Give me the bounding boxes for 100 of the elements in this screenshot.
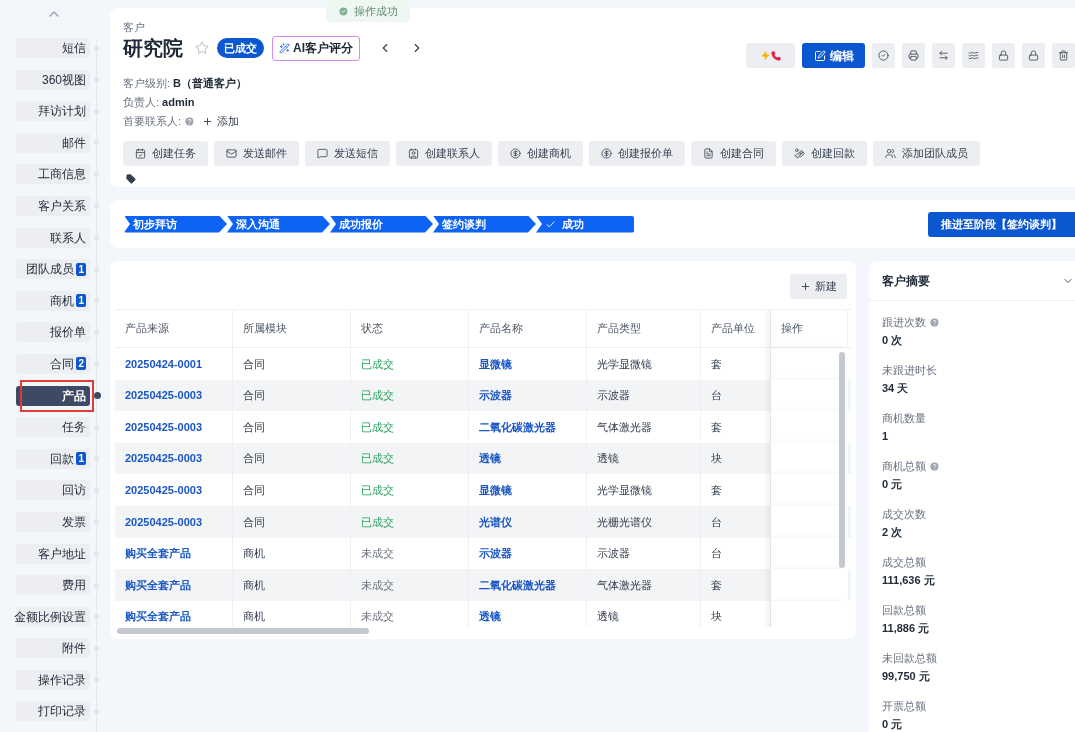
stage-step[interactable]: 成功 xyxy=(536,215,634,233)
sidebar-item[interactable]: 短信 xyxy=(16,38,90,58)
stage-step[interactable]: 初步拜访 xyxy=(124,215,227,233)
horizontal-scrollbar[interactable] xyxy=(117,628,369,634)
status-text: 已成交 xyxy=(361,388,394,404)
lock-button[interactable] xyxy=(1022,43,1045,68)
sidebar-item[interactable]: 商机 1 xyxy=(16,290,90,311)
chat-icon xyxy=(317,148,328,159)
status-text: 已成交 xyxy=(361,451,394,467)
sidebar-item[interactable]: 操作记录 xyxy=(16,669,90,690)
table-cell-text: 套 xyxy=(711,356,722,372)
action-button[interactable]: 添加团队成员 xyxy=(873,141,980,166)
stage-step[interactable]: 签约谈判 xyxy=(433,215,536,233)
source-link[interactable]: 购买全套产品 xyxy=(125,576,191,594)
status-text: 未成交 xyxy=(361,546,394,562)
sidebar-item[interactable]: 任务 xyxy=(16,417,90,438)
product-link[interactable]: 二氧化碳激光器 xyxy=(479,418,556,436)
product-link[interactable]: 显微镜 xyxy=(479,481,512,499)
sidebar-item[interactable]: 附件 xyxy=(16,638,90,659)
product-link[interactable]: 光谱仪 xyxy=(479,513,512,530)
table-cell-text: 合同 xyxy=(243,356,265,372)
source-link[interactable]: 20250425-0003 xyxy=(125,387,203,404)
trash-button[interactable] xyxy=(1052,43,1075,68)
count-badge: 2 xyxy=(76,357,86,371)
tag-icon[interactable] xyxy=(126,174,136,184)
source-link[interactable]: 20250425-0003 xyxy=(125,481,203,499)
stage-step[interactable]: 成功报价 xyxy=(330,215,433,233)
new-button[interactable]: 新建 xyxy=(790,274,847,299)
column-header: 产品单位 xyxy=(701,310,771,347)
call-button[interactable] xyxy=(746,43,795,68)
ai-score-button[interactable]: AI客户评分 xyxy=(272,35,360,61)
source-link[interactable]: 20250425-0003 xyxy=(125,450,203,467)
check-circle-icon xyxy=(878,50,889,61)
action-button[interactable]: 发送短信 xyxy=(305,141,390,166)
customer-name: 研究院 xyxy=(123,36,183,61)
swap-button[interactable] xyxy=(932,43,955,68)
sidebar-item[interactable]: 费用 xyxy=(16,575,90,596)
lock-button[interactable] xyxy=(992,43,1015,68)
action-button[interactable]: 发送邮件 xyxy=(214,141,299,166)
table-cell-text: 光学显微镜 xyxy=(597,482,652,498)
action-button[interactable]: 创建商机 xyxy=(498,141,583,166)
add-contact-link[interactable]: 添加 xyxy=(202,114,240,129)
summary-title: 客户摘要 xyxy=(882,272,930,290)
sidebar-item[interactable]: 报价单 xyxy=(16,322,90,343)
column-header: 操作 xyxy=(771,310,848,347)
waves-button[interactable] xyxy=(962,43,985,68)
status-text: 已成交 xyxy=(361,482,394,498)
count-badge: 1 xyxy=(76,262,86,276)
source-link[interactable]: 购买全套产品 xyxy=(125,545,191,562)
action-button[interactable]: 创建回款 xyxy=(782,141,867,166)
magic-wand-icon xyxy=(279,42,290,54)
summary-value: 111,636 元 xyxy=(882,573,936,588)
star-icon[interactable] xyxy=(195,41,209,55)
sidebar-item[interactable]: 回款 1 xyxy=(16,448,90,469)
advance-stage-button[interactable]: 推进至阶段【签约谈判】 xyxy=(928,211,1075,237)
lightning-icon xyxy=(760,51,770,60)
summary-value: 34 天 xyxy=(882,381,910,396)
edit-button[interactable]: 编辑 xyxy=(802,43,865,68)
vertical-scrollbar[interactable] xyxy=(839,352,845,568)
mail-icon xyxy=(226,148,237,159)
product-link[interactable]: 透镜 xyxy=(479,450,501,467)
sidebar-item[interactable]: 联系人 xyxy=(16,227,90,248)
sidebar-item[interactable]: 合同 2 xyxy=(16,353,90,374)
action-button[interactable]: 创建报价单 xyxy=(589,141,685,166)
product-link[interactable]: 透镜 xyxy=(479,608,501,625)
printer-icon xyxy=(908,50,919,61)
source-link[interactable]: 购买全套产品 xyxy=(125,608,191,625)
sidebar-item[interactable]: 打印记录 xyxy=(16,701,90,722)
plus-icon xyxy=(800,281,811,292)
sidebar-item[interactable]: 团队成员 1 xyxy=(16,259,90,280)
sidebar-item[interactable]: 发票 xyxy=(16,511,90,532)
sidebar-item[interactable]: 金额比例设置 xyxy=(16,606,90,627)
sidebar-item[interactable]: 回访 xyxy=(16,480,90,501)
stage-step[interactable]: 深入沟通 xyxy=(227,215,330,233)
table-cell-text: 合同 xyxy=(243,451,265,467)
action-button[interactable]: 创建任务 xyxy=(123,141,208,166)
product-link[interactable]: 显微镜 xyxy=(479,355,512,373)
product-link[interactable]: 示波器 xyxy=(479,387,512,404)
source-link[interactable]: 20250425-0003 xyxy=(125,418,203,436)
sidebar-item[interactable]: 邮件 xyxy=(16,132,90,153)
source-link[interactable]: 20250424-0001 xyxy=(125,355,203,373)
swap-icon xyxy=(938,50,949,61)
product-link[interactable]: 示波器 xyxy=(479,545,512,562)
printer-button[interactable] xyxy=(902,43,925,68)
action-button[interactable]: 创建联系人 xyxy=(396,141,492,166)
column-header: 所属模块 xyxy=(233,310,351,347)
sidebar-item[interactable]: 客户关系 xyxy=(16,195,90,216)
source-link[interactable]: 20250425-0003 xyxy=(125,513,203,530)
sidebar-item[interactable]: 360视图 xyxy=(16,69,90,90)
lock-icon xyxy=(1028,50,1039,61)
sidebar-item[interactable]: 工商信息 xyxy=(16,164,90,185)
sidebar-item[interactable]: 拜访计划 xyxy=(16,101,90,122)
sidebar-item[interactable]: 产品 xyxy=(16,385,90,406)
coin-icon xyxy=(601,148,612,159)
check-circle-button[interactable] xyxy=(872,43,895,68)
product-link[interactable]: 二氧化碳激光器 xyxy=(479,576,556,594)
summary-label: 未跟进时长 xyxy=(882,363,937,378)
table-cell-text: 示波器 xyxy=(597,388,630,404)
sidebar-item[interactable]: 客户地址 xyxy=(16,543,90,564)
action-button[interactable]: 创建合同 xyxy=(691,141,776,166)
